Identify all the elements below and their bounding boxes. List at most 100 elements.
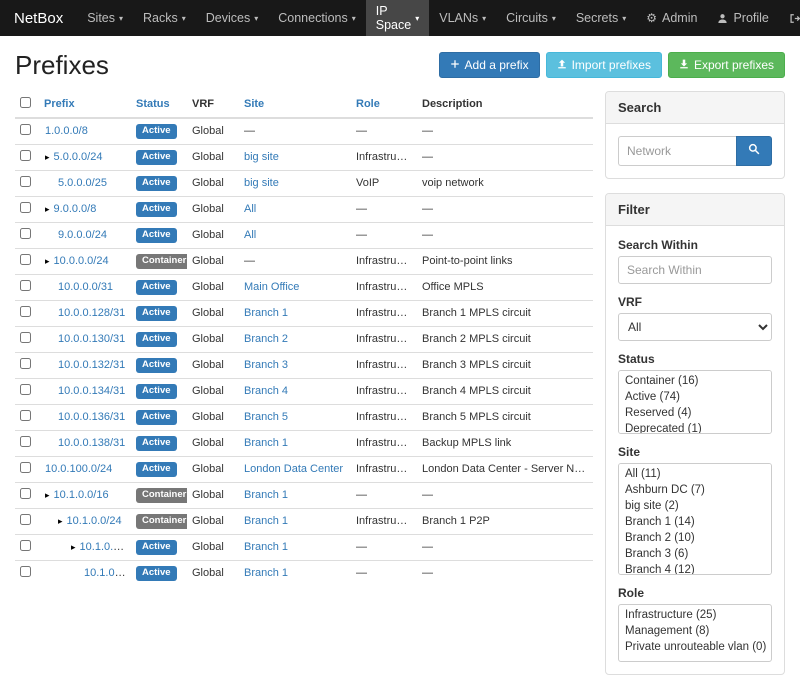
vrf-select[interactable]: All (618, 313, 772, 341)
prefix-link[interactable]: 10.0.0.0/24 (54, 255, 109, 267)
row-checkbox[interactable] (20, 176, 31, 187)
row-checkbox[interactable] (20, 462, 31, 473)
filter-option[interactable]: Branch 4 (12) (619, 562, 771, 575)
site-link[interactable]: Branch 4 (244, 385, 288, 397)
site-link[interactable]: Branch 1 (244, 437, 288, 449)
prefix-link[interactable]: 10.1.0.0/24 (67, 515, 122, 527)
prefix-link[interactable]: 5.0.0.0/25 (58, 177, 107, 189)
filter-option[interactable]: big site (2) (619, 498, 771, 514)
filter-option[interactable]: Infrastructure (25) (619, 607, 771, 623)
nav-item-sites[interactable]: Sites▾ (77, 0, 133, 36)
site-link[interactable]: Branch 2 (244, 333, 288, 345)
nav-item-circuits[interactable]: Circuits▾ (496, 0, 566, 36)
role-cell: — (351, 223, 417, 249)
nav-item-secrets[interactable]: Secrets▾ (566, 0, 636, 36)
row-checkbox[interactable] (20, 254, 31, 265)
site-filter-list[interactable]: All (11)Ashburn DC (7)big site (2)Branch… (618, 463, 772, 575)
nav-item-admin[interactable]: ⚙Admin (636, 0, 707, 36)
filter-option[interactable]: Deprecated (1) (619, 421, 771, 434)
prefix-link[interactable]: 1.0.0.0/8 (45, 125, 88, 137)
site-link[interactable]: All (244, 203, 256, 215)
filter-option[interactable]: Branch 3 (6) (619, 546, 771, 562)
prefix-link[interactable]: 5.0.0.0/24 (54, 151, 103, 163)
prefix-link[interactable]: 10.0.0.130/31 (58, 333, 125, 345)
search-within-input[interactable] (618, 256, 772, 284)
nav-item-profile[interactable]: Profile (707, 0, 778, 36)
filter-option[interactable]: Branch 2 (10) (619, 530, 771, 546)
nav-item-log-out[interactable]: Log out (779, 0, 800, 36)
site-link[interactable]: big site (244, 151, 279, 163)
filter-option[interactable]: Active (74) (619, 389, 771, 405)
filter-option[interactable]: Container (16) (619, 373, 771, 389)
prefix-link[interactable]: 9.0.0.0/24 (58, 229, 107, 241)
site-link[interactable]: Branch 1 (244, 567, 288, 579)
import-prefixes-button[interactable]: Import prefixes (546, 52, 662, 78)
prefix-link[interactable]: 10.1.0.0/16 (54, 489, 109, 501)
nav-item-racks[interactable]: Racks▾ (133, 0, 196, 36)
row-checkbox[interactable] (20, 540, 31, 551)
prefix-link[interactable]: 9.0.0.0/8 (54, 203, 97, 215)
row-checkbox[interactable] (20, 488, 31, 499)
site-link[interactable]: big site (244, 177, 279, 189)
status-filter-list[interactable]: Container (16)Active (74)Reserved (4)Dep… (618, 370, 772, 434)
row-checkbox[interactable] (20, 202, 31, 213)
export-prefixes-button[interactable]: Export prefixes (668, 52, 785, 78)
vrf-cell: Global (187, 145, 239, 171)
column-header-prefix[interactable]: Prefix (39, 91, 131, 118)
prefix-link[interactable]: 10.0.0.128/31 (58, 307, 125, 319)
filter-option[interactable]: All (11) (619, 466, 771, 482)
site-link[interactable]: London Data Center (244, 463, 343, 475)
filter-option[interactable]: Management (8) (619, 623, 771, 639)
site-link[interactable]: Branch 3 (244, 359, 288, 371)
nav-item-connections[interactable]: Connections▾ (268, 0, 366, 36)
vrf-cell: Global (187, 301, 239, 327)
filter-option[interactable]: Private unrouteable vlan (0) (619, 639, 771, 655)
row-checkbox[interactable] (20, 384, 31, 395)
row-checkbox[interactable] (20, 280, 31, 291)
site-link[interactable]: Branch 1 (244, 515, 288, 527)
search-icon (748, 142, 760, 160)
prefix-link[interactable]: 10.0.100.0/24 (45, 463, 112, 475)
prefix-link[interactable]: 10.0.0.132/31 (58, 359, 125, 371)
row-checkbox[interactable] (20, 332, 31, 343)
filter-option[interactable]: Reserved (4) (619, 405, 771, 421)
site-link[interactable]: Branch 1 (244, 541, 288, 553)
prefix-link[interactable]: 10.0.0.134/31 (58, 385, 125, 397)
expand-arrow-icon: ▸ (58, 516, 63, 526)
column-header-status[interactable]: Status (131, 91, 187, 118)
site-link[interactable]: All (244, 229, 256, 241)
filter-option[interactable]: Ashburn DC (7) (619, 482, 771, 498)
select-all-checkbox[interactable] (20, 97, 31, 108)
row-checkbox[interactable] (20, 150, 31, 161)
site-link[interactable]: Main Office (244, 281, 299, 293)
add-prefix-button[interactable]: Add a prefix (439, 52, 540, 78)
row-checkbox[interactable] (20, 124, 31, 135)
site-link[interactable]: Branch 1 (244, 489, 288, 501)
row-checkbox[interactable] (20, 306, 31, 317)
column-header-role[interactable]: Role (351, 91, 417, 118)
row-checkbox[interactable] (20, 358, 31, 369)
nav-item-ip-space[interactable]: IP Space▾ (366, 0, 429, 36)
app-logo[interactable]: NetBox (0, 0, 77, 36)
site-link[interactable]: Branch 5 (244, 411, 288, 423)
row-checkbox[interactable] (20, 228, 31, 239)
prefix-link[interactable]: 10.0.0.136/31 (58, 411, 125, 423)
row-checkbox[interactable] (20, 514, 31, 525)
nav-item-devices[interactable]: Devices▾ (196, 0, 268, 36)
prefix-link[interactable]: 10.1.0.0/25 (80, 541, 131, 553)
prefix-link[interactable]: 10.0.0.138/31 (58, 437, 125, 449)
row-checkbox[interactable] (20, 566, 31, 577)
role-filter-list[interactable]: Infrastructure (25)Management (8)Private… (618, 604, 772, 662)
filter-option[interactable]: Branch 1 (14) (619, 514, 771, 530)
search-submit-button[interactable] (736, 136, 772, 166)
row-checkbox[interactable] (20, 410, 31, 421)
site-link[interactable]: Branch 1 (244, 307, 288, 319)
nav-item-vlans[interactable]: VLANs▾ (429, 0, 496, 36)
prefix-link[interactable]: 10.1.0.0/26 (84, 567, 131, 579)
prefix-link[interactable]: 10.0.0.0/31 (58, 281, 113, 293)
table-row: 5.0.0.0/25ActiveGlobalbig siteVoIPvoip n… (15, 171, 593, 197)
column-header-site[interactable]: Site (239, 91, 351, 118)
search-input[interactable] (618, 136, 736, 166)
row-checkbox[interactable] (20, 436, 31, 447)
status-badge: Active (136, 306, 177, 321)
